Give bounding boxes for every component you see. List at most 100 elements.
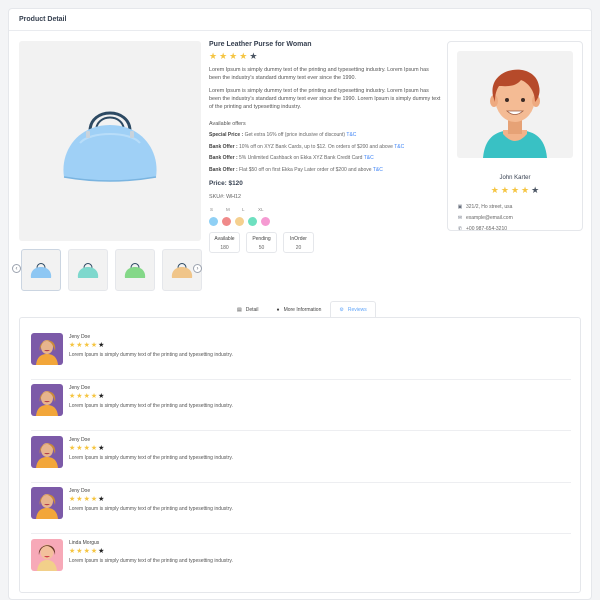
- prev-arrow-icon[interactable]: ‹: [12, 264, 21, 273]
- tab-detail[interactable]: ▤ Detail: [228, 301, 268, 317]
- tc-link[interactable]: T&C: [373, 167, 383, 173]
- star-icon: ★: [229, 51, 238, 61]
- review-item: Jeny Doe ★ ★ ★ ★ ★ Lorem Ipsum is simply dum…: [31, 332, 571, 380]
- seller-rating: ★ ★ ★ ★ ★: [448, 186, 582, 195]
- review-rating: ★ ★ ★ ★ ★: [69, 342, 233, 349]
- star-icon: ★: [90, 342, 98, 349]
- tc-link[interactable]: T&C: [394, 144, 404, 150]
- stock-value: 50: [258, 245, 265, 251]
- star-icon: ★: [83, 496, 90, 503]
- size-options: S M L XL: [209, 207, 441, 212]
- reviewer-avatar: [31, 333, 63, 365]
- size-option[interactable]: L: [242, 207, 253, 212]
- reviewer-name: Jeny Doe: [69, 488, 91, 494]
- review-rating: ★ ★ ★ ★ ★: [69, 393, 233, 400]
- page-title: Product Detail: [9, 9, 591, 31]
- detail-tabs: ▤ Detail ● More Information ⚙ Reviews: [228, 301, 376, 317]
- stock-inorder: InOrder 20: [283, 232, 314, 253]
- reviewer-name: Jeny Doe: [69, 385, 91, 391]
- star-icon: ★: [83, 393, 90, 400]
- thumbnail[interactable]: [21, 249, 61, 291]
- review-text: Lorem Ipsum is simply dummy text of the …: [69, 455, 233, 461]
- tc-link[interactable]: T&C: [364, 155, 374, 161]
- star-icon: ★: [500, 185, 509, 195]
- seller-phone: ✆ +00 987-654-3210: [457, 226, 507, 232]
- reviewer-name: Jeny Doe: [69, 437, 91, 443]
- star-icon: ★: [90, 393, 98, 400]
- stock-label: Available: [214, 236, 235, 242]
- color-swatch[interactable]: [222, 217, 231, 226]
- reviewer-avatar: [31, 384, 63, 416]
- offer-item: Bank Offer : 5% Unlimited Cashback on Ek…: [209, 153, 441, 165]
- gear-icon: ⚙: [339, 306, 344, 313]
- star-icon: ★: [98, 548, 105, 555]
- stock-label: Pending: [252, 236, 271, 242]
- size-option[interactable]: XL: [258, 207, 269, 212]
- star-icon: ★: [83, 445, 90, 452]
- review-text: Lorem Ipsum is simply dummy text of the …: [69, 403, 233, 409]
- color-options: [209, 217, 441, 226]
- phone-icon: ✆: [457, 226, 463, 232]
- seller-email: ✉ example@email.com: [457, 215, 513, 221]
- tab-reviews[interactable]: ⚙ Reviews: [330, 301, 376, 317]
- color-swatch[interactable]: [209, 217, 218, 226]
- star-icon: ★: [239, 51, 248, 61]
- location-icon: ▣: [457, 204, 463, 210]
- thumbnail[interactable]: [68, 249, 108, 291]
- review-rating: ★ ★ ★ ★ ★: [69, 496, 233, 503]
- offer-label: Bank Offer :: [209, 166, 238, 173]
- star-icon: ★: [209, 51, 218, 61]
- product-info: Pure Leather Purse for Woman ★ ★ ★ ★ ★ L…: [209, 41, 441, 253]
- size-option[interactable]: M: [226, 207, 237, 212]
- purse-thumb-icon: [77, 263, 99, 278]
- offer-text: 5% Unlimited Cashback on Ekka XYZ Bank C…: [239, 155, 363, 161]
- product-description: Lorem Ipsum is simply dummy text of the …: [209, 88, 441, 110]
- tab-label: Detail: [245, 306, 259, 313]
- color-swatch[interactable]: [248, 217, 257, 226]
- product-main-image[interactable]: [19, 41, 201, 241]
- seller-avatar: [457, 51, 573, 158]
- tc-link[interactable]: T&C: [346, 132, 356, 138]
- star-icon: ★: [90, 496, 98, 503]
- star-icon: ★: [490, 185, 499, 195]
- thumbnail-strip: ‹ ›: [12, 247, 202, 293]
- review-item: Linda Morgus ★ ★ ★ ★ ★ Lorem Ipsum is simply…: [31, 538, 571, 580]
- color-swatch[interactable]: [235, 217, 244, 226]
- thumbnail[interactable]: [115, 249, 155, 291]
- offer-item: Bank Offer : 10% off on XYZ Bank Cards, …: [209, 142, 441, 154]
- reviewer-avatar: [31, 539, 63, 571]
- tab-more-information[interactable]: ● More Information: [268, 301, 331, 317]
- offer-item: Special Price : Get extra 16% off (price…: [209, 130, 441, 142]
- star-icon: ★: [69, 445, 76, 452]
- star-icon: ★: [90, 445, 98, 452]
- offer-label: Bank Offer :: [209, 143, 238, 150]
- star-icon: ★: [98, 496, 105, 503]
- color-swatch[interactable]: [261, 217, 270, 226]
- star-icon: ★: [219, 51, 228, 61]
- avatar-illustration: [483, 69, 547, 158]
- stock-available: Available 180: [209, 232, 240, 253]
- product-description: Lorem Ipsum is simply dummy text of the …: [209, 67, 429, 81]
- phone-text[interactable]: +00 987-654-3210: [466, 226, 507, 232]
- offer-label: Special Price :: [209, 132, 244, 138]
- star-icon: ★: [76, 548, 83, 555]
- offer-text: Flat $50 off on first Ekka Pay Later ord…: [239, 166, 372, 173]
- star-icon: ★: [69, 393, 76, 400]
- star-icon: ★: [69, 496, 76, 503]
- review-item: Jeny Doe ★ ★ ★ ★ ★ Lorem Ipsum is simply dum…: [31, 486, 571, 534]
- next-arrow-icon[interactable]: ›: [193, 264, 202, 273]
- star-icon: ★: [83, 342, 90, 349]
- size-option[interactable]: S: [210, 207, 221, 212]
- address-text: 321/2, Ho street, usa: [466, 204, 513, 210]
- review-text: Lorem Ipsum is simply dummy text of the …: [69, 506, 233, 512]
- reviewer-name: Linda Morgus: [69, 540, 100, 546]
- product-sku: SKU#: WH12: [209, 194, 242, 200]
- review-item: Jeny Doe ★ ★ ★ ★ ★ Lorem Ipsum is simply dum…: [31, 383, 571, 431]
- stock-value: 180: [220, 245, 229, 251]
- offer-item: Bank Offer : Flat $50 off on first Ekka …: [209, 165, 441, 177]
- reviews-panel: Jeny Doe ★ ★ ★ ★ ★ Lorem Ipsum is simply dum…: [19, 317, 581, 593]
- purse-thumb-icon: [30, 263, 52, 278]
- email-text[interactable]: example@email.com: [466, 215, 513, 221]
- offer-text: Get extra 16% off (price inclusive of di…: [244, 132, 346, 138]
- mail-icon: ✉: [457, 215, 463, 221]
